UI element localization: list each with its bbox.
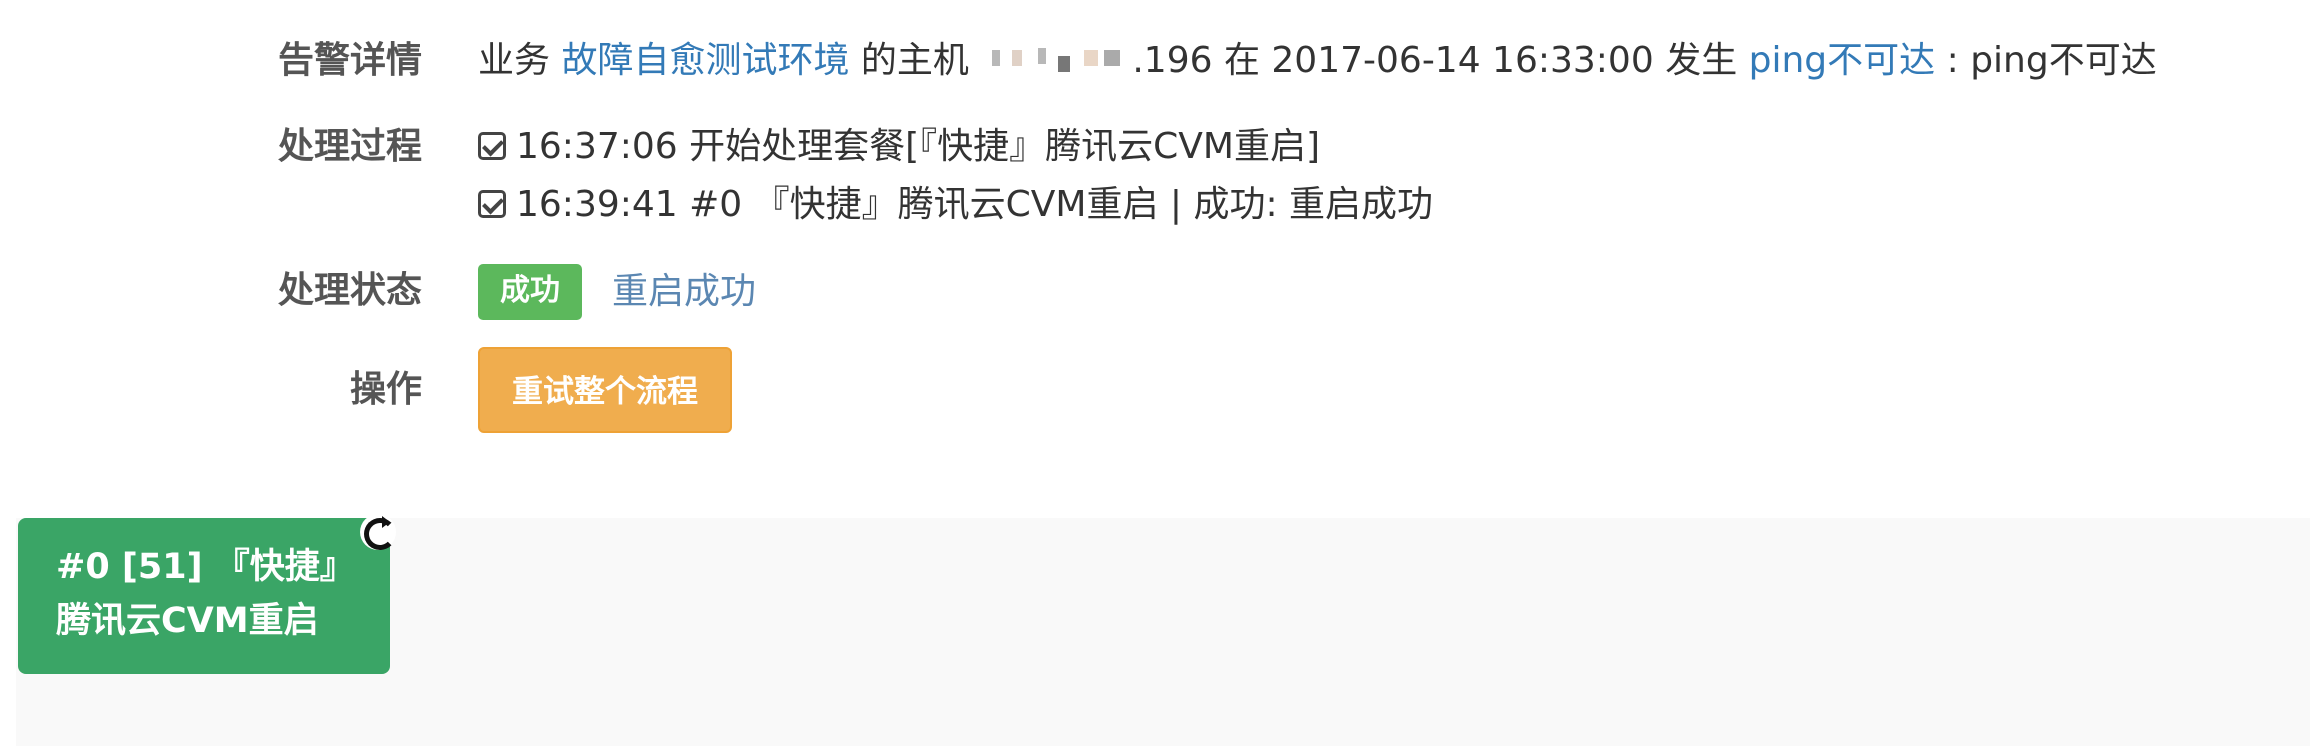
operation-row: 操作 重试整个流程 (0, 347, 2310, 433)
process-step: 16:37:06 开始处理套餐[『快捷』腾讯云CVM重启] (478, 118, 1433, 176)
check-square-icon (478, 132, 506, 160)
flow-node[interactable]: #0 [51] 『快捷』 腾讯云CVM重启 (18, 518, 390, 674)
process-steps: 16:37:06 开始处理套餐[『快捷』腾讯云CVM重启] 16:39:41 #… (478, 118, 1433, 234)
process-step-text: 16:39:41 #0 『快捷』腾讯云CVM重启 | 成功: 重启成功 (516, 184, 1434, 225)
flow-node-title: #0 [51] 『快捷』 (56, 547, 355, 587)
status-value: 成功 重启成功 (478, 262, 756, 321)
alarm-detail-row: 告警详情 业务 故障自愈测试环境 的主机 .196 在 2017-06-14 1… (0, 32, 2310, 90)
retry-flow-button[interactable]: 重试整个流程 (478, 347, 732, 433)
status-badge: 成功 (478, 264, 582, 320)
alarm-type-link[interactable]: ping不可达 (1749, 40, 1936, 81)
flow-node-name: 腾讯云CVM重启 (56, 601, 319, 641)
operation-label: 操作 (349, 369, 422, 410)
status-row: 处理状态 成功 重启成功 (0, 262, 2310, 321)
alarm-detail-value: 业务 故障自愈测试环境 的主机 .196 在 2017-06-14 16:33:… (478, 32, 2157, 90)
alarm-detail-label: 告警详情 (277, 40, 422, 81)
host-text: 的主机 (849, 40, 981, 81)
process-step-text: 16:37:06 开始处理套餐[『快捷』腾讯云CVM重启] (516, 126, 1321, 167)
masked-ip-image (980, 46, 1132, 76)
alarm-prefix: 业务 (478, 40, 562, 81)
process-label: 处理过程 (277, 126, 422, 167)
check-square-icon (478, 190, 506, 218)
status-label: 处理状态 (277, 270, 422, 311)
operation-value: 重试整个流程 (478, 347, 732, 433)
refresh-icon[interactable] (360, 514, 396, 550)
business-link[interactable]: 故障自愈测试环境 (561, 40, 849, 81)
process-step: 16:39:41 #0 『快捷』腾讯云CVM重启 | 成功: 重启成功 (478, 176, 1433, 234)
status-text: 重启成功 (612, 271, 757, 312)
alarm-time-text: 在 2017-06-14 16:33:00 发生 (1212, 40, 1749, 81)
alarm-type-detail: : ping不可达 (1935, 40, 2157, 81)
ip-suffix: .196 (1132, 40, 1213, 81)
process-row: 处理过程 16:37:06 开始处理套餐[『快捷』腾讯云CVM重启] 16:39… (0, 118, 2310, 234)
